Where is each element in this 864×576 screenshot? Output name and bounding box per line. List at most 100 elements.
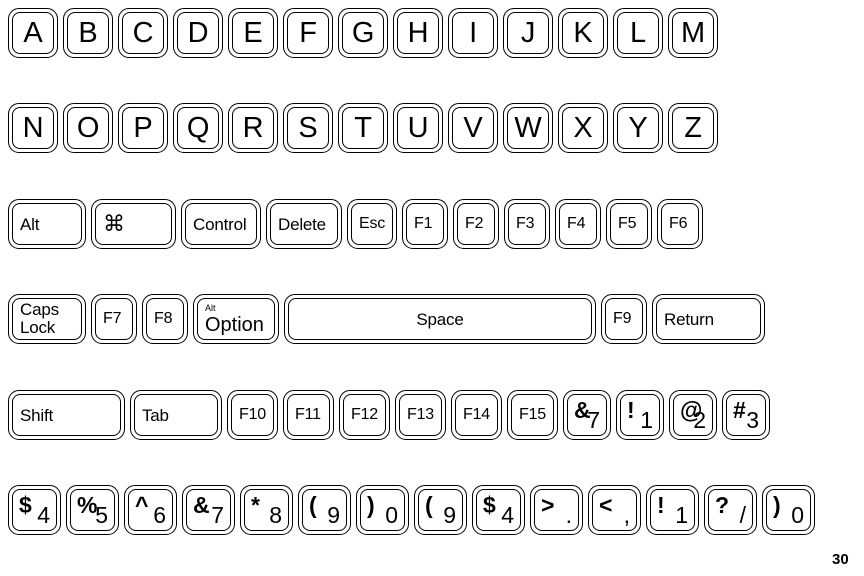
- key-z[interactable]: Z: [668, 103, 718, 153]
- key-command[interactable]: ⌘: [91, 199, 176, 249]
- key-u[interactable]: U: [393, 103, 443, 153]
- key-caps-lock[interactable]: Caps Lock: [8, 294, 86, 344]
- key-esc-label: Esc: [359, 215, 386, 232]
- key-f1[interactable]: F1: [402, 199, 448, 249]
- key-dollar-4-b-glyphs: $4: [477, 490, 520, 530]
- key-f13[interactable]: F13: [395, 390, 446, 440]
- key-f2[interactable]: F2: [453, 199, 499, 249]
- key-percent-5[interactable]: % 5: [66, 485, 119, 535]
- key-f11-face: F11: [287, 394, 330, 436]
- key-g[interactable]: G: [338, 8, 388, 58]
- key-greater-period[interactable]: >.: [530, 485, 583, 535]
- key-g-face: G: [342, 12, 384, 54]
- key-exclam-1[interactable]: ! 1: [616, 390, 664, 440]
- key-f1-label: F1: [414, 215, 433, 232]
- key-alt[interactable]: Alt: [8, 199, 86, 249]
- key-return[interactable]: Return: [652, 294, 765, 344]
- key-y-label: Y: [628, 111, 648, 144]
- key-f12[interactable]: F12: [339, 390, 390, 440]
- key-ampersand-7-b[interactable]: & 7: [182, 485, 235, 535]
- key-a[interactable]: A: [8, 8, 58, 58]
- key-ampersand-7[interactable]: & 7: [563, 390, 611, 440]
- key-m[interactable]: M: [668, 8, 718, 58]
- key-f7[interactable]: F7: [91, 294, 137, 344]
- key-question-slash[interactable]: ? /: [704, 485, 757, 535]
- key-v-label: V: [463, 111, 483, 144]
- key-f10[interactable]: F10: [227, 390, 278, 440]
- key-option-label: Option: [205, 313, 264, 336]
- key-ampersand-7-b-shift-glyph: &: [193, 492, 210, 518]
- key-b[interactable]: B: [63, 8, 113, 58]
- key-paren-open-9-b[interactable]: (9: [414, 485, 467, 535]
- key-f1-face: F1: [406, 203, 444, 245]
- key-shift[interactable]: Shift: [8, 390, 125, 440]
- key-paren-open-9[interactable]: (9: [298, 485, 351, 535]
- key-f6[interactable]: F6: [657, 199, 703, 249]
- key-s-face: S: [287, 107, 329, 149]
- key-h-face: H: [397, 12, 439, 54]
- key-h[interactable]: H: [393, 8, 443, 58]
- key-at-2[interactable]: @2: [669, 390, 717, 440]
- key-tab-label: Tab: [142, 405, 169, 425]
- key-f9[interactable]: F9: [601, 294, 647, 344]
- key-less-comma[interactable]: <,: [588, 485, 641, 535]
- key-paren-open-9-b-face: (9: [418, 489, 463, 531]
- key-x[interactable]: X: [558, 103, 608, 153]
- key-dollar-4-face: $4: [12, 489, 57, 531]
- key-e[interactable]: E: [228, 8, 278, 58]
- key-t[interactable]: T: [338, 103, 388, 153]
- key-o[interactable]: O: [63, 103, 113, 153]
- key-ampersand-7-glyphs: & 7: [568, 395, 606, 435]
- key-q[interactable]: Q: [173, 103, 223, 153]
- key-greater-period-face: >.: [534, 489, 579, 531]
- key-delete[interactable]: Delete: [266, 199, 342, 249]
- key-option[interactable]: Alt Option: [193, 294, 279, 344]
- key-dollar-4-b[interactable]: $4: [472, 485, 525, 535]
- key-paren-close-0-b[interactable]: ) 0: [762, 485, 815, 535]
- key-caret-6-shift-glyph: ^: [135, 492, 149, 518]
- key-i[interactable]: I: [448, 8, 498, 58]
- key-f3[interactable]: F3: [504, 199, 550, 249]
- key-caret-6[interactable]: ^ 6: [124, 485, 177, 535]
- key-paren-close-0-b-shift-glyph: ): [773, 492, 781, 518]
- key-asterisk-8-base-glyph: 8: [269, 502, 282, 528]
- key-f11-label: F11: [295, 406, 321, 423]
- key-f14[interactable]: F14: [451, 390, 502, 440]
- key-asterisk-8[interactable]: * 8: [240, 485, 293, 535]
- key-tab[interactable]: Tab: [130, 390, 222, 440]
- key-space[interactable]: Space: [284, 294, 596, 344]
- key-l[interactable]: L: [613, 8, 663, 58]
- key-m-label: M: [681, 16, 705, 49]
- key-s[interactable]: S: [283, 103, 333, 153]
- key-exclam-1-b[interactable]: ! 1: [646, 485, 699, 535]
- key-f15[interactable]: F15: [507, 390, 558, 440]
- key-w[interactable]: W: [503, 103, 553, 153]
- key-j[interactable]: J: [503, 8, 553, 58]
- key-f8[interactable]: F8: [142, 294, 188, 344]
- key-c-label: C: [132, 16, 154, 49]
- key-f11[interactable]: F11: [283, 390, 334, 440]
- key-r[interactable]: R: [228, 103, 278, 153]
- key-d[interactable]: D: [173, 8, 223, 58]
- key-exclam-1-b-glyphs: ! 1: [651, 490, 694, 530]
- key-paren-close-0[interactable]: ) 0: [356, 485, 409, 535]
- key-r-label: R: [242, 111, 264, 144]
- key-p[interactable]: P: [118, 103, 168, 153]
- key-c[interactable]: C: [118, 8, 168, 58]
- key-f4[interactable]: F4: [555, 199, 601, 249]
- key-hash-3[interactable]: #3: [722, 390, 770, 440]
- key-f[interactable]: F: [283, 8, 333, 58]
- key-f5[interactable]: F5: [606, 199, 652, 249]
- key-n[interactable]: N: [8, 103, 58, 153]
- key-f15-label: F15: [519, 406, 546, 423]
- key-asterisk-8-face: * 8: [244, 489, 289, 531]
- key-percent-5-face: % 5: [70, 489, 115, 531]
- key-dollar-4[interactable]: $4: [8, 485, 61, 535]
- key-y[interactable]: Y: [613, 103, 663, 153]
- key-v[interactable]: V: [448, 103, 498, 153]
- key-k[interactable]: K: [558, 8, 608, 58]
- key-control[interactable]: Control: [181, 199, 261, 249]
- key-esc[interactable]: Esc: [347, 199, 397, 249]
- key-exclam-1-b-base-glyph: 1: [675, 502, 688, 528]
- key-f4-label: F4: [567, 215, 586, 232]
